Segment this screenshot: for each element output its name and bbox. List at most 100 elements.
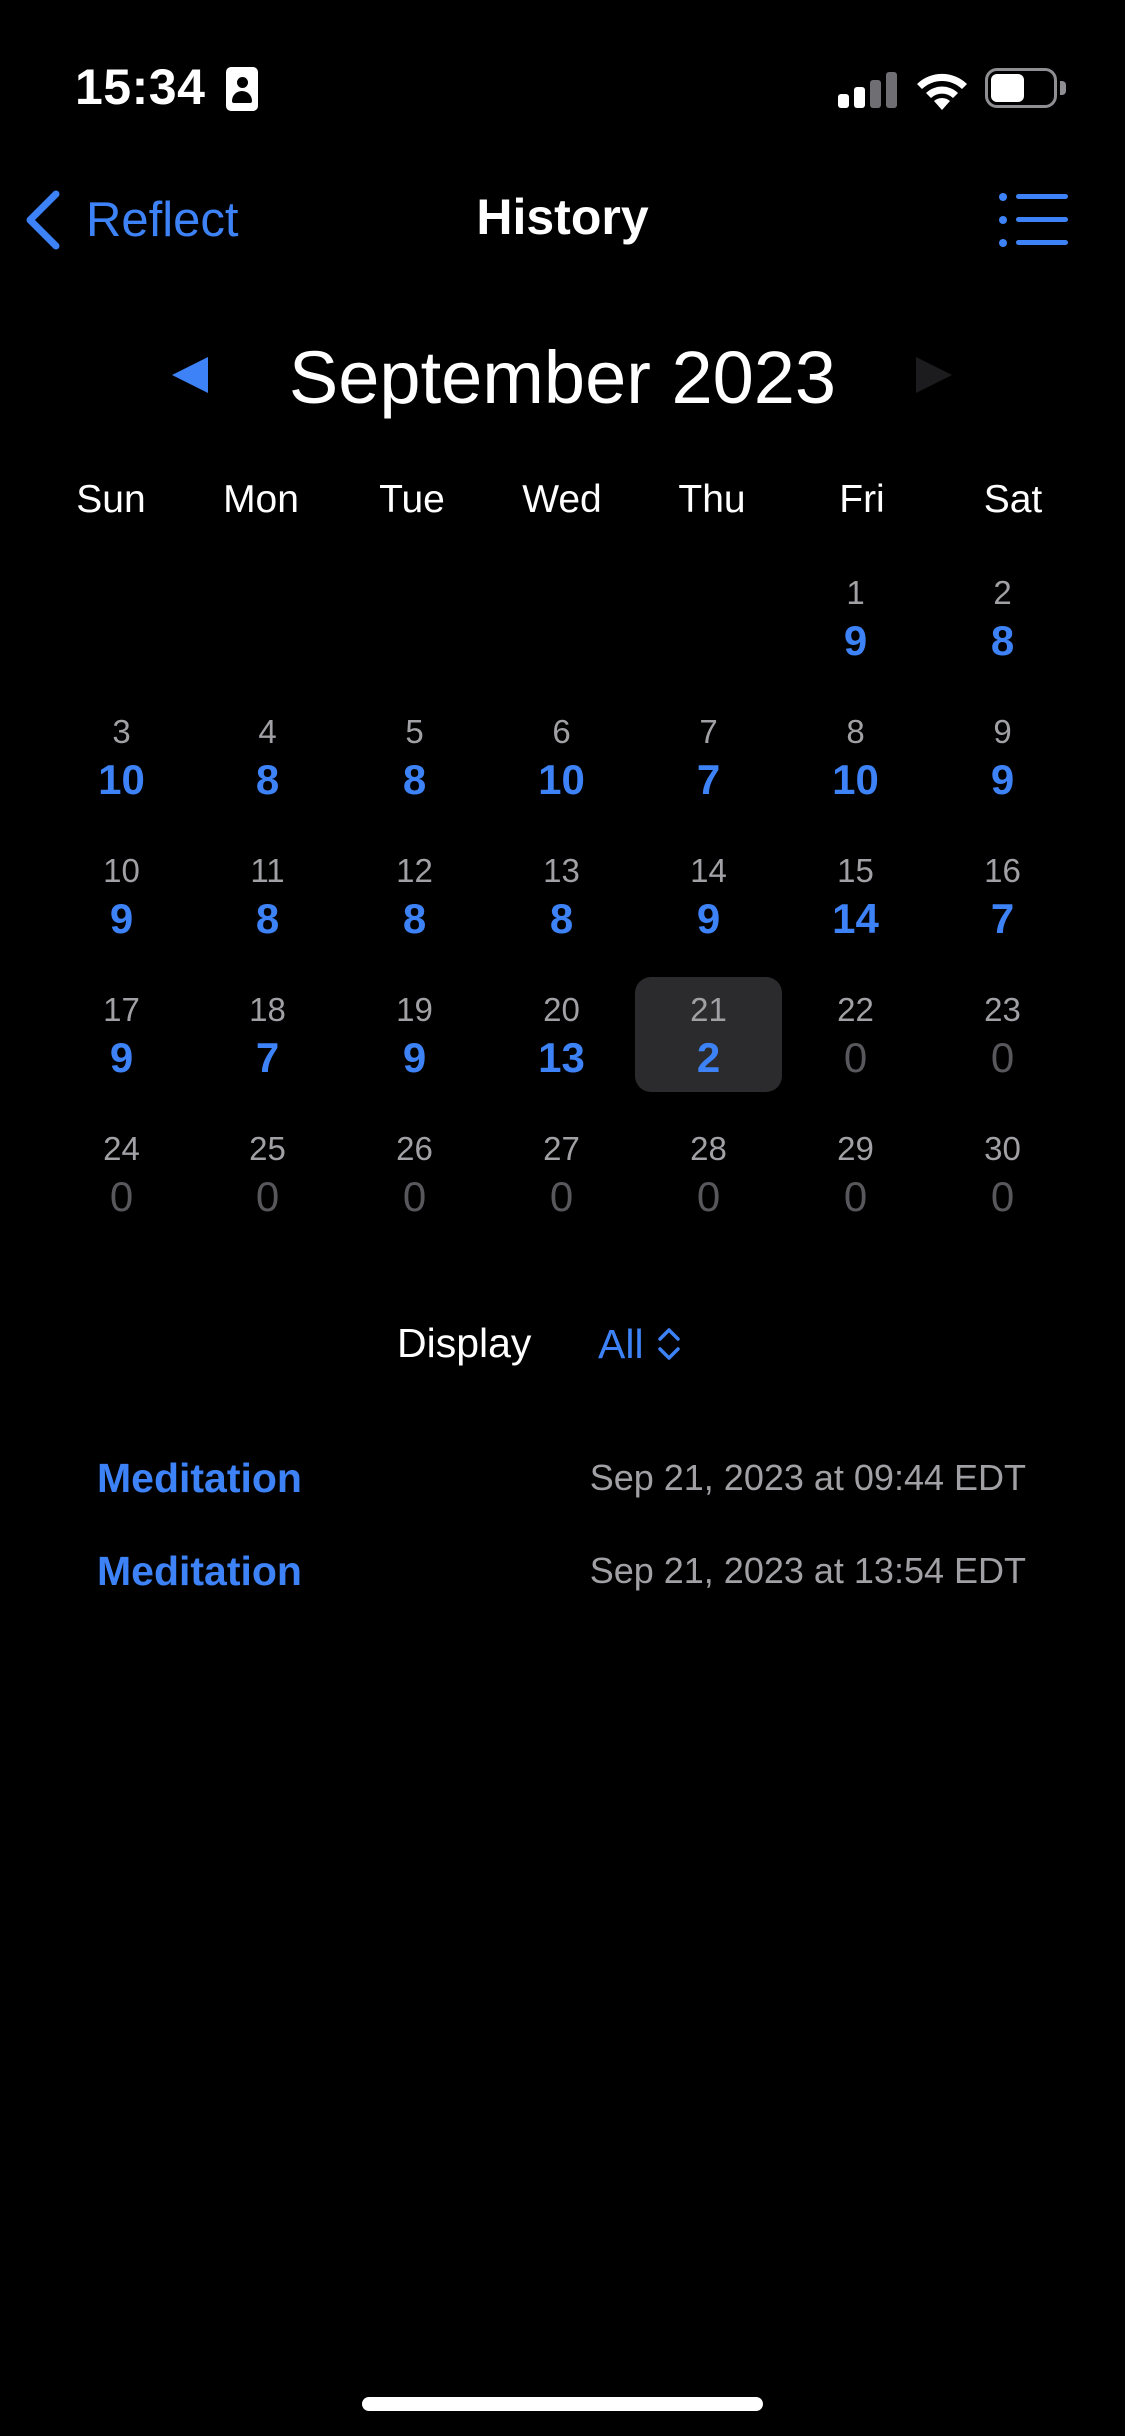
calendar-day[interactable]: 28 [929,560,1076,675]
day-number: 15 [837,852,874,889]
calendar-day[interactable]: 6 10 [488,699,635,814]
session-time: Sep 21, 2023 at 09:44 EDT [589,1457,1026,1498]
calendar-day[interactable]: 26 0 [341,1116,488,1231]
list-icon[interactable] [998,190,1070,250]
day-session-count: 0 [696,1173,721,1220]
weekday-label: Mon [223,478,299,521]
weekday-label: Tue [379,478,445,521]
day-number: 23 [984,991,1021,1028]
calendar-day[interactable]: 20 13 [488,977,635,1092]
day-session-count: 0 [843,1034,868,1081]
day-number: 13 [543,852,580,889]
status-bar: 15:34 [0,0,1125,150]
day-session-count: 9 [843,617,868,664]
day-number: 14 [690,852,727,889]
calendar-day[interactable]: 30 0 [929,1116,1076,1231]
calendar-day[interactable]: 14 9 [635,838,782,953]
day-number: 21 [690,991,727,1028]
calendar-day[interactable]: 3 10 [48,699,195,814]
month-header: September 2023 [0,325,1125,425]
day-session-count: 10 [98,756,145,803]
calendar-day[interactable]: 12 8 [341,838,488,953]
day-session-count: 9 [990,756,1015,803]
battery-icon [985,68,1067,108]
calendar-day[interactable]: 25 0 [194,1116,341,1231]
month-title: September 2023 [288,336,837,419]
calendar-day[interactable]: 58 [341,699,488,814]
day-session-count: 10 [832,756,879,803]
calendar-day[interactable]: 18 7 [194,977,341,1092]
weekday-label: Fri [839,478,885,521]
day-session-count: 8 [549,895,574,942]
day-number: 4 [258,713,277,750]
day-number: 5 [405,713,424,750]
weekday-label: Sun [76,478,146,521]
day-number: 16 [984,852,1021,889]
day-number: 2 [993,574,1012,611]
day-number: 26 [396,1130,433,1167]
day-session-count: 14 [832,895,879,942]
day-number: 17 [103,991,140,1028]
calendar-day[interactable]: 8 10 [782,699,929,814]
calendar-grid: 1 9 2 8 3 10 4 8 5 8 6 10 7 7 8 10 9 9 10 9 11 8 12 8 13 8 14 9 15 14… [0,560,1125,1240]
day-session-count: 0 [990,1034,1015,1081]
day-session-count: 0 [843,1173,868,1220]
day-session-count: 9 [402,1034,427,1081]
day-number: 10 [103,852,140,889]
day-session-count: 7 [255,1034,280,1081]
calendar-day[interactable]: 15 14 [782,838,929,953]
calendar-day[interactable]: 10 9 [48,838,195,953]
status-time: 15:34 [75,59,206,115]
weekday-label: Thu [678,478,746,521]
list-item[interactable]: Meditation Sep 21, 2023 at 13:54 EDT [0,1538,1125,1618]
day-number: 27 [543,1130,580,1167]
display-value: All [598,1320,644,1367]
day-session-count: 7 [696,756,721,803]
display-label: Display [397,1320,532,1366]
session-time: Sep 21, 2023 at 13:54 EDT [589,1550,1026,1591]
calendar-day[interactable]: 77 [635,699,782,814]
page-title: History [476,189,649,245]
calendar-day[interactable]: 29 0 [782,1116,929,1231]
day-session-count: 8 [402,895,427,942]
calendar-day[interactable]: 19 9 [341,977,488,1092]
calendar-day[interactable]: 13 8 [488,838,635,953]
display-picker[interactable]: All [598,1314,682,1374]
calendar-day[interactable]: 22 0 [782,977,929,1092]
calendar-day[interactable]: 11 8 [194,838,341,953]
day-number: 30 [984,1130,1021,1167]
day-number: 1 [846,574,865,611]
day-session-count: 0 [990,1173,1015,1220]
calendar-day[interactable]: 21 2 [635,977,782,1092]
calendar-day[interactable]: 23 0 [929,977,1076,1092]
calendar-day[interactable]: 27 0 [488,1116,635,1231]
day-number: 6 [552,713,571,750]
day-number: 20 [543,991,580,1028]
calendar-day[interactable]: 17 9 [48,977,195,1092]
list-item[interactable]: Meditation Sep 21, 2023 at 09:44 EDT [0,1445,1125,1525]
day-session-count: 2 [696,1034,721,1081]
day-number: 24 [103,1130,140,1167]
weekday-header: Sun Mon Tue Wed Thu Fri Sat [0,478,1125,538]
day-number: 9 [993,713,1012,750]
day-number: 12 [396,852,433,889]
calendar-day[interactable]: 24 0 [48,1116,195,1231]
chevron-up-down-icon [657,1328,680,1360]
wifi-icon [917,73,967,110]
session-name: Meditation [97,1548,302,1594]
calendar-day[interactable]: 19 [782,560,929,675]
day-session-count: 10 [538,756,585,803]
calendar-day[interactable]: 28 0 [635,1116,782,1231]
calendar-day[interactable]: 48 [194,699,341,814]
home-indicator [362,2397,763,2411]
day-number: 28 [690,1130,727,1167]
day-session-count: 0 [549,1173,574,1220]
day-number: 22 [837,991,874,1028]
person-card-icon [226,67,258,111]
day-session-count: 7 [990,895,1015,942]
day-number: 25 [249,1130,286,1167]
calendar-day[interactable]: 16 7 [929,838,1076,953]
calendar-day[interactable]: 99 [929,699,1076,814]
day-number: 19 [396,991,433,1028]
day-session-count: 8 [990,617,1015,664]
